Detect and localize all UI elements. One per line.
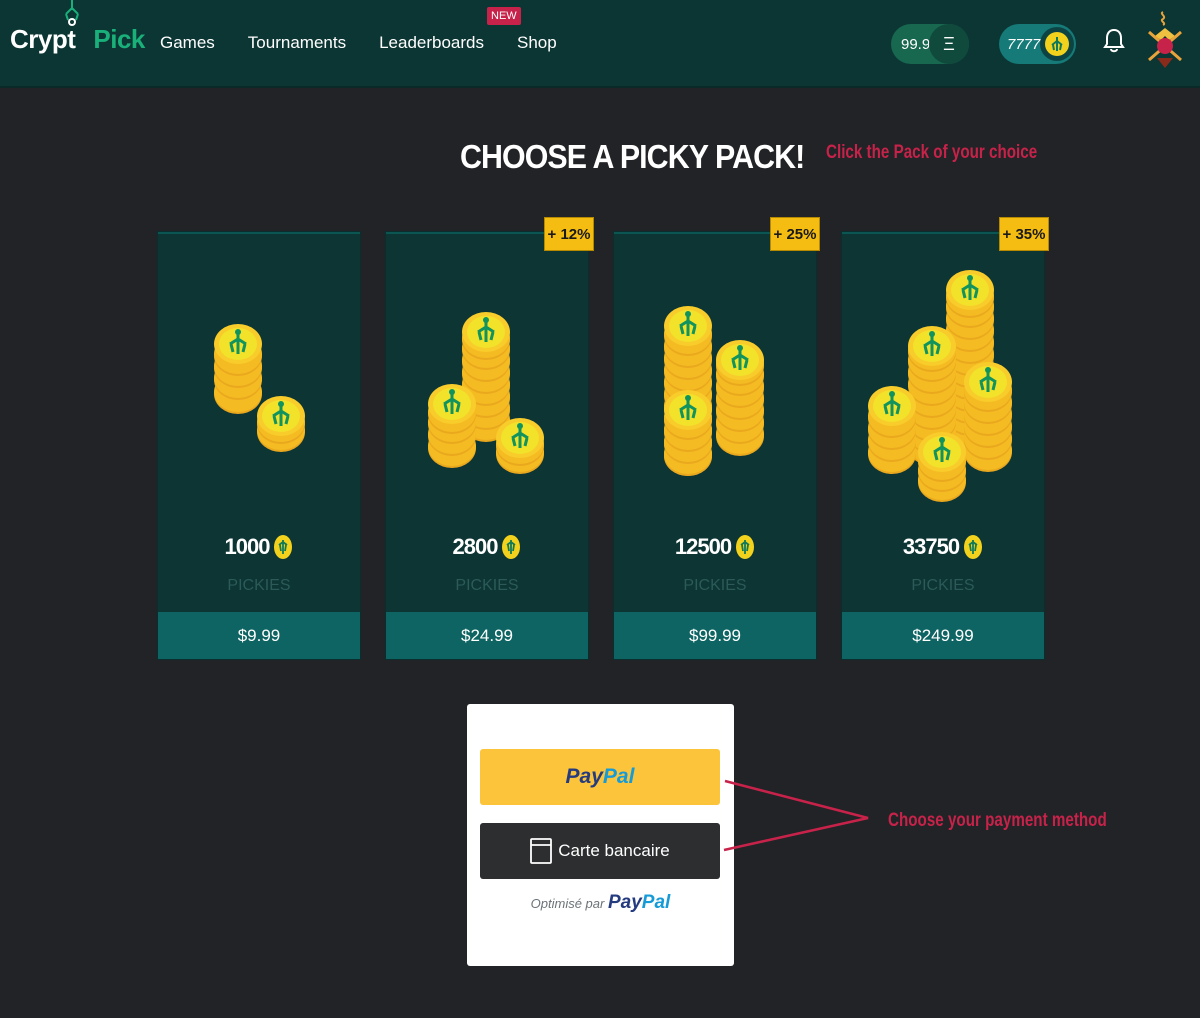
pack-unit: PICKIES xyxy=(455,577,519,594)
cryptopick-logo[interactable]: Crypt Pick xyxy=(10,0,145,64)
pack-amount-row: 12500 xyxy=(614,534,816,560)
pickies-coin-icon xyxy=(964,535,983,559)
ethereum-icon: Ξ xyxy=(929,24,969,64)
nav-shop[interactable]: Shop xyxy=(517,33,557,53)
pack-amount-row: 2800 xyxy=(386,534,588,560)
pickies-coin-icon xyxy=(502,535,521,559)
paypal-small-logo: PayPal xyxy=(607,892,671,913)
pickies-coin-icon xyxy=(274,535,293,559)
user-avatar[interactable] xyxy=(1145,10,1185,70)
payment-annotation: Choose your payment method xyxy=(888,810,1107,831)
pack-annotation: Click the Pack of your choice xyxy=(826,142,1038,163)
pack-card-33750[interactable]: 33750 PICKIES $249.99 xyxy=(842,232,1044,659)
nav-tournaments[interactable]: Tournaments xyxy=(248,33,346,53)
eth-balance-pill[interactable]: 99.999 Ξ xyxy=(891,24,969,64)
coins-illustration xyxy=(426,310,546,474)
pack-price[interactable]: $249.99 xyxy=(842,612,1044,659)
bonus-badge-35: + 35% xyxy=(1000,218,1048,250)
pack-amount: 33750 xyxy=(902,534,960,559)
pack-amount-row: 33750 xyxy=(842,534,1044,560)
main-nav: Games Tournaments Leaderboards Shop xyxy=(160,33,590,53)
logo-text-right: Pick xyxy=(93,24,145,54)
pack-price[interactable]: $9.99 xyxy=(158,612,360,659)
pack-amount: 12500 xyxy=(674,534,732,559)
logo-text-left: Crypt xyxy=(10,24,76,54)
pack-card-1000[interactable]: 1000 PICKIES $9.99 xyxy=(158,232,360,659)
payment-box: PayPal Carte bancaire Optimisé par PayPa… xyxy=(467,704,734,966)
nav-games[interactable]: Games xyxy=(160,33,215,53)
pickies-coin-icon xyxy=(1040,27,1074,61)
coins-illustration xyxy=(866,268,1014,502)
nav-leaderboards[interactable]: Leaderboards xyxy=(379,33,484,53)
new-badge: NEW xyxy=(487,7,521,25)
pickies-balance-pill[interactable]: 777777 xyxy=(999,24,1076,64)
pack-price[interactable]: $99.99 xyxy=(614,612,816,659)
notification-bell-icon[interactable] xyxy=(1103,28,1125,54)
pack-amount-row: 1000 xyxy=(158,534,360,560)
pack-amount: 1000 xyxy=(224,534,271,559)
pack-unit: PICKIES xyxy=(227,577,291,594)
page-title: CHOOSE A PICKY PACK! xyxy=(460,138,805,175)
pack-card-12500[interactable]: 12500 PICKIES $99.99 xyxy=(614,232,816,659)
paypal-logo: PayPal xyxy=(565,765,635,788)
coins-illustration xyxy=(212,322,307,452)
card-payment-label: Carte bancaire xyxy=(558,841,670,860)
bonus-badge-25: + 25% xyxy=(771,218,819,250)
credit-card-icon xyxy=(530,838,553,864)
pack-amount: 2800 xyxy=(452,534,499,559)
pack-price[interactable]: $24.99 xyxy=(386,612,588,659)
card-payment-button[interactable]: Carte bancaire xyxy=(480,823,720,879)
coins-illustration xyxy=(662,304,766,476)
pack-unit: PICKIES xyxy=(911,577,975,594)
pack-unit: PICKIES xyxy=(683,577,747,594)
paypal-button[interactable]: PayPal xyxy=(480,749,720,805)
powered-by-paypal: Optimisé par PayPal xyxy=(467,892,734,914)
claw-icon xyxy=(65,0,79,26)
pickies-coin-icon xyxy=(736,535,755,559)
bonus-badge-12: + 12% xyxy=(545,218,593,250)
powered-by-text: Optimisé par xyxy=(530,896,605,911)
pack-card-2800[interactable]: 2800 PICKIES $24.99 xyxy=(386,232,588,659)
top-navigation-bar: Crypt Pick Games Tournaments Leaderboards… xyxy=(0,0,1200,88)
